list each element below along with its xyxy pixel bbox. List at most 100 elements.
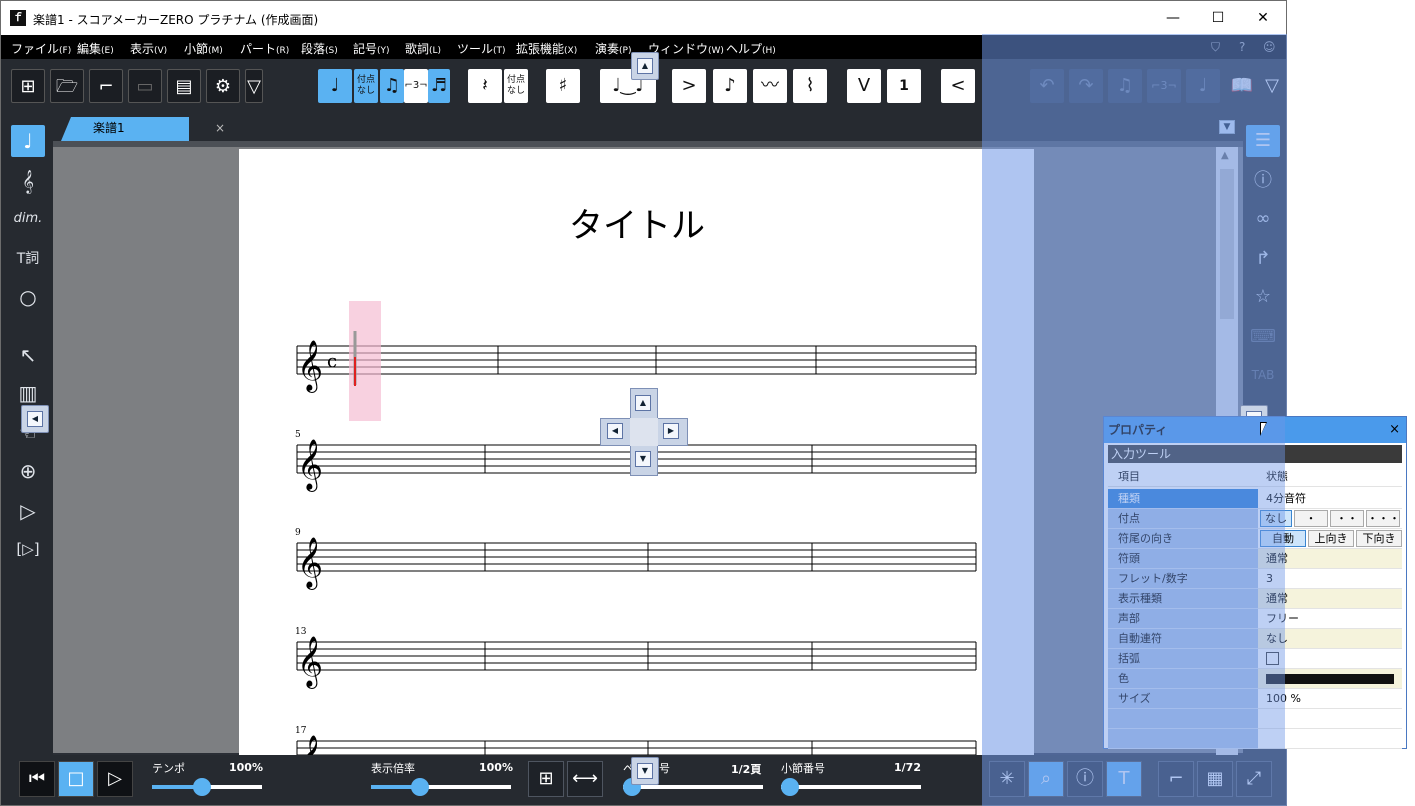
maximize-button[interactable]: ☐ xyxy=(1195,1,1241,35)
print-icon[interactable]: ▤ xyxy=(167,69,201,103)
dock-bottom-button[interactable]: ▼ xyxy=(631,757,659,785)
time-signature-c: c xyxy=(327,351,337,372)
window-title: 楽譜1 - スコアメーカーZERO プラチナム (作成画面) xyxy=(33,13,319,27)
shape-tool-icon[interactable]: ○ xyxy=(11,281,45,313)
measure-number: 5 xyxy=(295,430,301,440)
menu-file[interactable]: ファイル(F) xyxy=(11,40,71,57)
toolbar-dropdown-icon[interactable]: ▽ xyxy=(245,69,263,103)
cross-down-icon: ▼ xyxy=(635,451,651,467)
dynamics-pen-icon[interactable]: dim. xyxy=(11,203,45,235)
upbow-icon[interactable]: V xyxy=(847,69,881,103)
quarter-note-icon[interactable]: ♩ xyxy=(318,69,352,103)
dot-triple-option[interactable]: ・・・ xyxy=(1366,510,1400,527)
stem-direction-icon[interactable]: ♫ xyxy=(380,69,404,103)
cross-dock-left[interactable]: ◀ xyxy=(602,418,630,446)
fingering-icon[interactable]: 1 xyxy=(887,69,921,103)
fit-width-icon[interactable]: ⟷ xyxy=(567,761,603,797)
tab-score[interactable]: 楽譜1 xyxy=(61,117,189,141)
quarter-rest-icon[interactable]: 𝄽 xyxy=(468,69,502,103)
fit-page-icon[interactable]: ⊞ xyxy=(528,761,564,797)
play-from-icon[interactable]: ▷ xyxy=(11,495,45,527)
accent-icon[interactable]: > xyxy=(672,69,706,103)
open-folder-icon[interactable]: 🗁 xyxy=(50,69,84,103)
text-lyrics-icon[interactable]: T詞 xyxy=(11,243,45,275)
zoom-icon[interactable]: ⊕ xyxy=(11,455,45,487)
new-file-icon[interactable]: ⊞ xyxy=(11,69,45,103)
cross-dock-bottom[interactable]: ▼ xyxy=(630,446,658,474)
tab-close-icon[interactable]: × xyxy=(215,121,225,135)
score-title[interactable]: タイトル xyxy=(569,206,705,246)
stem-up-option[interactable]: 上向き xyxy=(1308,530,1354,547)
menu-symbol[interactable]: 記号(Y) xyxy=(353,40,390,57)
menu-extensions[interactable]: 拡張機能(X) xyxy=(516,40,577,57)
measure-label: 小節番号 xyxy=(781,762,825,775)
close-button[interactable]: ✕ xyxy=(1240,1,1286,35)
settings-icon[interactable]: ⚙ xyxy=(206,69,240,103)
zoom-label: 表示倍率 xyxy=(371,762,415,775)
stem-down-option[interactable]: 下向き xyxy=(1356,530,1402,547)
measure-number: 17 xyxy=(295,726,307,736)
save-icon[interactable]: ▭ xyxy=(128,69,162,103)
left-toolbox: ♩ 𝄞 dim. T詞 ○ ↖ ▥ ☜ ⊕ ▷ [▷] xyxy=(1,115,53,755)
treble-clef: 𝄞 xyxy=(297,636,323,689)
menu-edit[interactable]: 編集(E) xyxy=(77,40,114,57)
cross-right-icon: ▶ xyxy=(663,423,679,439)
clef-pen-icon[interactable]: 𝄞 xyxy=(11,165,45,197)
rest-dot-none-button[interactable]: 付点なし xyxy=(504,69,528,103)
tempo-label: テンポ xyxy=(152,762,185,775)
trill-icon[interactable]: 〰 xyxy=(753,69,787,103)
sharp-icon[interactable]: ♯ xyxy=(546,69,580,103)
tempo-slider-knob[interactable] xyxy=(192,778,211,796)
dock-cross-guide: ▲ ◀ ▶ ▼ xyxy=(600,388,688,476)
dot-single-option[interactable]: ・ xyxy=(1294,510,1328,527)
dock-down-icon: ▼ xyxy=(637,763,653,779)
select-arrow-icon[interactable]: ↖ xyxy=(11,339,45,371)
menu-help[interactable]: ヘルプ(H) xyxy=(726,40,776,57)
minimize-button[interactable]: — xyxy=(1150,1,1196,35)
measure-slider-knob[interactable] xyxy=(781,778,799,796)
mouse-cursor xyxy=(1260,422,1267,436)
menu-measure[interactable]: 小節(M) xyxy=(184,40,223,57)
triplet-icon[interactable]: ⌐3¬ xyxy=(404,69,428,103)
dock-up-icon: ▲ xyxy=(637,58,653,74)
tempo-value: 100% xyxy=(229,761,263,774)
scan-icon[interactable]: ⌐ xyxy=(89,69,123,103)
zoom-slider[interactable] xyxy=(371,778,511,796)
menu-paragraph[interactable]: 段落(S) xyxy=(301,40,338,57)
beam-icon[interactable]: ♬ xyxy=(428,69,450,103)
play-icon[interactable]: ▷ xyxy=(97,761,133,797)
cross-dock-top[interactable]: ▲ xyxy=(630,390,658,418)
rewind-icon[interactable]: ⏮ xyxy=(19,761,55,797)
properties-close-icon[interactable]: × xyxy=(1389,417,1400,443)
menu-tools[interactable]: ツール(T) xyxy=(457,40,506,57)
cross-up-icon: ▲ xyxy=(635,395,651,411)
measure-value: 1/72 xyxy=(894,761,921,774)
color-swatch[interactable] xyxy=(1266,674,1394,684)
dock-left-icon: ◀ xyxy=(27,411,43,427)
menu-view[interactable]: 表示(V) xyxy=(130,40,167,57)
dock-top-button[interactable]: ▲ xyxy=(631,52,659,80)
crescendo-icon[interactable]: < xyxy=(941,69,975,103)
stop-icon[interactable]: □ xyxy=(58,761,94,797)
play-range-icon[interactable]: [▷] xyxy=(11,533,45,565)
app-logo: ｆ xyxy=(10,10,26,26)
menu-lyrics[interactable]: 歌詞(L) xyxy=(405,40,441,57)
tempo-slider[interactable] xyxy=(152,778,262,796)
dock-left-button[interactable]: ◀ xyxy=(21,405,49,433)
zoom-slider-knob[interactable] xyxy=(411,778,429,796)
properties-dock-highlight xyxy=(1103,416,1285,749)
grace-note-icon[interactable]: ♪ xyxy=(713,69,747,103)
arpeggio-icon[interactable]: ⌇ xyxy=(793,69,827,103)
menu-window[interactable]: ウィンドウ(W) xyxy=(648,40,724,57)
dot-none-button[interactable]: 付点なし xyxy=(354,69,378,103)
menu-part[interactable]: パート(R) xyxy=(240,40,289,57)
cross-dock-right[interactable]: ▶ xyxy=(658,418,686,446)
menu-play[interactable]: 演奏(P) xyxy=(595,40,631,57)
zoom-value: 100% xyxy=(479,761,513,774)
note-pen-icon[interactable]: ♩ xyxy=(11,125,45,157)
measure-slider[interactable] xyxy=(781,778,921,796)
dot-double-option[interactable]: ・・ xyxy=(1330,510,1364,527)
title-bar: ｆ 楽譜1 - スコアメーカーZERO プラチナム (作成画面) — ☐ ✕ xyxy=(1,1,1286,35)
treble-clef: 𝄞 xyxy=(297,537,323,590)
page-slider[interactable] xyxy=(623,778,763,796)
